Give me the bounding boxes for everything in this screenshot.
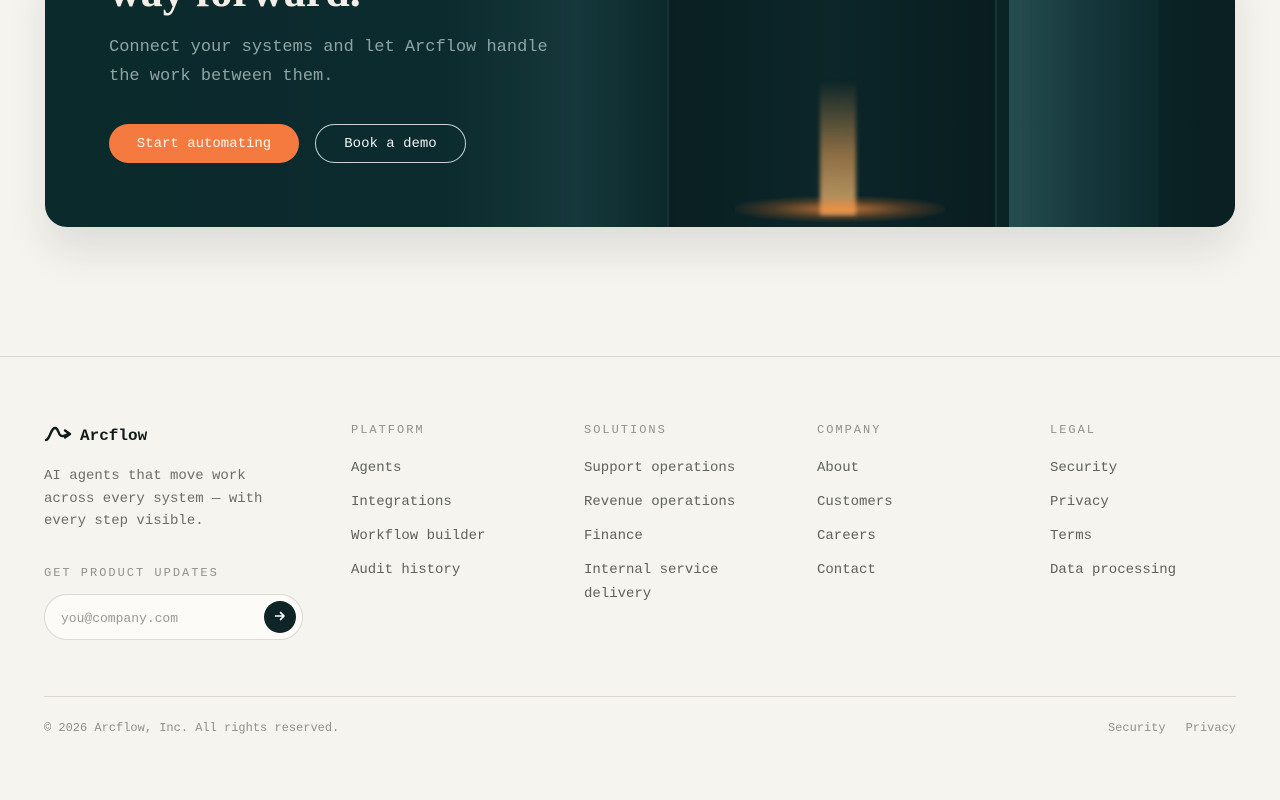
arrow-right-icon (274, 610, 286, 625)
bottom-link-security[interactable]: Security (1108, 721, 1166, 735)
hero-heading: way forward. (109, 0, 361, 14)
footer-link-contact[interactable]: Contact (817, 558, 1017, 582)
book-demo-button[interactable]: Book a demo (315, 124, 466, 163)
footer-column-heading: PLATFORM (351, 423, 425, 437)
hero-image-light-floor (735, 196, 945, 222)
footer-column-solutions: SOLUTIONS Support operations Revenue ope… (584, 423, 784, 616)
footer-column-platform: PLATFORM Agents Integrations Workflow bu… (351, 423, 551, 592)
footer-link-revenue-operations[interactable]: Revenue operations (584, 490, 784, 514)
start-automating-button[interactable]: Start automating (109, 124, 299, 163)
footer-column-heading: SOLUTIONS (584, 423, 667, 437)
footer-link-data-processing[interactable]: Data processing (1050, 558, 1250, 582)
newsletter-label: GET PRODUCT UPDATES (44, 566, 219, 580)
footer-link-terms[interactable]: Terms (1050, 524, 1250, 548)
footer-column-heading: COMPANY (817, 423, 882, 437)
newsletter-email-input[interactable] (61, 607, 251, 629)
page: way forward. Connect your systems and le… (0, 0, 1280, 800)
footer-link-support-operations[interactable]: Support operations (584, 456, 784, 480)
footer-link-audit-history[interactable]: Audit history (351, 558, 551, 582)
newsletter-submit-button[interactable] (264, 601, 296, 633)
footer-link-careers[interactable]: Careers (817, 524, 1017, 548)
hero-image-light (820, 80, 856, 215)
footer-link-security[interactable]: Security (1050, 456, 1250, 480)
footer-link-finance[interactable]: Finance (584, 524, 784, 548)
copyright-text: © 2026 Arcflow, Inc. All rights reserved… (44, 721, 340, 735)
footer-link-integrations[interactable]: Integrations (351, 490, 551, 514)
bottom-link-privacy[interactable]: Privacy (1186, 721, 1236, 735)
footer-link-internal-service-delivery[interactable]: Internal service delivery (584, 558, 784, 606)
footer-link-customers[interactable]: Customers (817, 490, 1017, 514)
footer-bottom-links: Security Privacy (1108, 721, 1236, 735)
footer-link-privacy[interactable]: Privacy (1050, 490, 1250, 514)
hero-subtitle: Connect your systems and let Arcflow han… (109, 38, 548, 86)
hero-card: way forward. Connect your systems and le… (45, 0, 1235, 227)
brand-name: Arcflow (80, 426, 148, 445)
hero-image-pillar (1159, 0, 1235, 227)
footer-divider (44, 696, 1236, 697)
hero-image-pillar (1009, 0, 1159, 227)
newsletter-form (44, 594, 303, 640)
footer-column-legal: LEGAL Security Privacy Terms Data proces… (1050, 423, 1250, 592)
footer-column-heading: LEGAL (1050, 423, 1097, 437)
footer-brand[interactable]: Arcflow (44, 423, 147, 448)
site-footer: Arcflow AI agents that move work across … (0, 356, 1280, 800)
footer-link-about[interactable]: About (817, 456, 1017, 480)
footer-link-workflow-builder[interactable]: Workflow builder (351, 524, 551, 548)
footer-column-company: COMPANY About Customers Careers Contact (817, 423, 1017, 592)
arcflow-logo-icon (44, 423, 72, 448)
footer-link-agents[interactable]: Agents (351, 456, 551, 480)
brand-description: AI agents that move work across every sy… (44, 468, 263, 529)
